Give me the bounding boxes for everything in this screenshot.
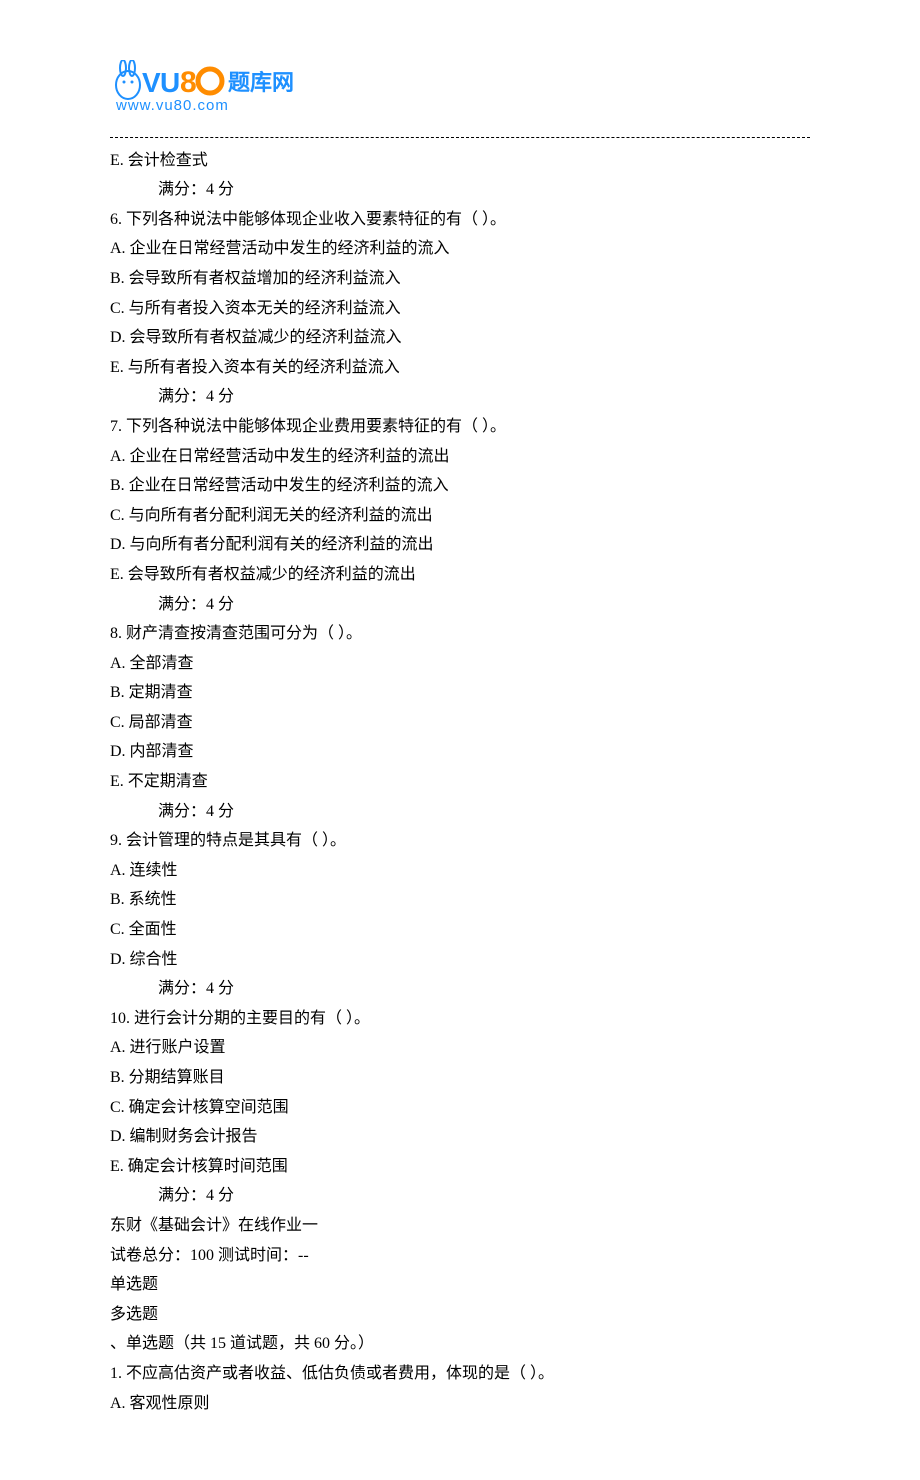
exam-info: 试卷总分：100 测试时间：-- [110, 1243, 810, 1269]
question-6: 6. 下列各种说法中能够体现企业收入要素特征的有（ ）。 [110, 207, 810, 233]
question-1: 1. 不应高估资产或者收益、低估负债或者费用，体现的是（ ）。 [110, 1361, 810, 1387]
score-line: 满分：4 分 [110, 976, 810, 1002]
question-10: 10. 进行会计分期的主要目的有（ ）。 [110, 1006, 810, 1032]
option-a: A. 企业在日常经营活动中发生的经济利益的流入 [110, 236, 810, 262]
option-c: C. 确定会计核算空间范围 [110, 1095, 810, 1121]
option-a: A. 企业在日常经营活动中发生的经济利益的流出 [110, 444, 810, 470]
option-e: E. 与所有者投入资本有关的经济利益流入 [110, 355, 810, 381]
question-9: 9. 会计管理的特点是其具有（ ）。 [110, 828, 810, 854]
svg-text:8: 8 [180, 66, 197, 99]
option-b: B. 系统性 [110, 887, 810, 913]
score-line: 满分：4 分 [110, 177, 810, 203]
vu80-logo-icon: V U 8 题库网 www.vu80.com [110, 60, 310, 120]
svg-text:题库网: 题库网 [228, 70, 294, 95]
question-8: 8. 财产清查按清查范围可分为（ ）。 [110, 621, 810, 647]
option-e: E. 会计检查式 [110, 148, 810, 174]
question-7: 7. 下列各种说法中能够体现企业费用要素特征的有（ ）。 [110, 414, 810, 440]
option-e: E. 确定会计核算时间范围 [110, 1154, 810, 1180]
option-d: D. 综合性 [110, 947, 810, 973]
section-single: 单选题 [110, 1272, 810, 1298]
option-a: A. 全部清查 [110, 651, 810, 677]
section-multi: 多选题 [110, 1302, 810, 1328]
section-header: 、单选题（共 15 道试题，共 60 分。） [110, 1331, 810, 1357]
option-d: D. 与向所有者分配利润有关的经济利益的流出 [110, 532, 810, 558]
option-b: B. 定期清查 [110, 680, 810, 706]
option-a: A. 连续性 [110, 858, 810, 884]
header-logo: V U 8 题库网 www.vu80.com [110, 60, 810, 129]
option-d: D. 会导致所有者权益减少的经济利益流入 [110, 325, 810, 351]
option-b: B. 企业在日常经营活动中发生的经济利益的流入 [110, 473, 810, 499]
option-b: B. 会导致所有者权益增加的经济利益流入 [110, 266, 810, 292]
exam-title: 东财《基础会计》在线作业一 [110, 1213, 810, 1239]
score-line: 满分：4 分 [110, 384, 810, 410]
score-line: 满分：4 分 [110, 592, 810, 618]
option-c: C. 局部清查 [110, 710, 810, 736]
svg-text:V: V [142, 67, 161, 98]
option-d: D. 内部清查 [110, 739, 810, 765]
option-a: A. 进行账户设置 [110, 1035, 810, 1061]
score-line: 满分：4 分 [110, 1183, 810, 1209]
option-c: C. 与所有者投入资本无关的经济利益流入 [110, 296, 810, 322]
header-divider [110, 137, 810, 138]
option-c: C. 全面性 [110, 917, 810, 943]
score-line: 满分：4 分 [110, 799, 810, 825]
option-a: A. 客观性原则 [110, 1391, 810, 1417]
svg-text:www.vu80.com: www.vu80.com [115, 97, 229, 114]
option-e: E. 会导致所有者权益减少的经济利益的流出 [110, 562, 810, 588]
option-b: B. 分期结算账目 [110, 1065, 810, 1091]
svg-text:U: U [160, 67, 180, 98]
option-e: E. 不定期清查 [110, 769, 810, 795]
option-d: D. 编制财务会计报告 [110, 1124, 810, 1150]
option-c: C. 与向所有者分配利润无关的经济利益的流出 [110, 503, 810, 529]
